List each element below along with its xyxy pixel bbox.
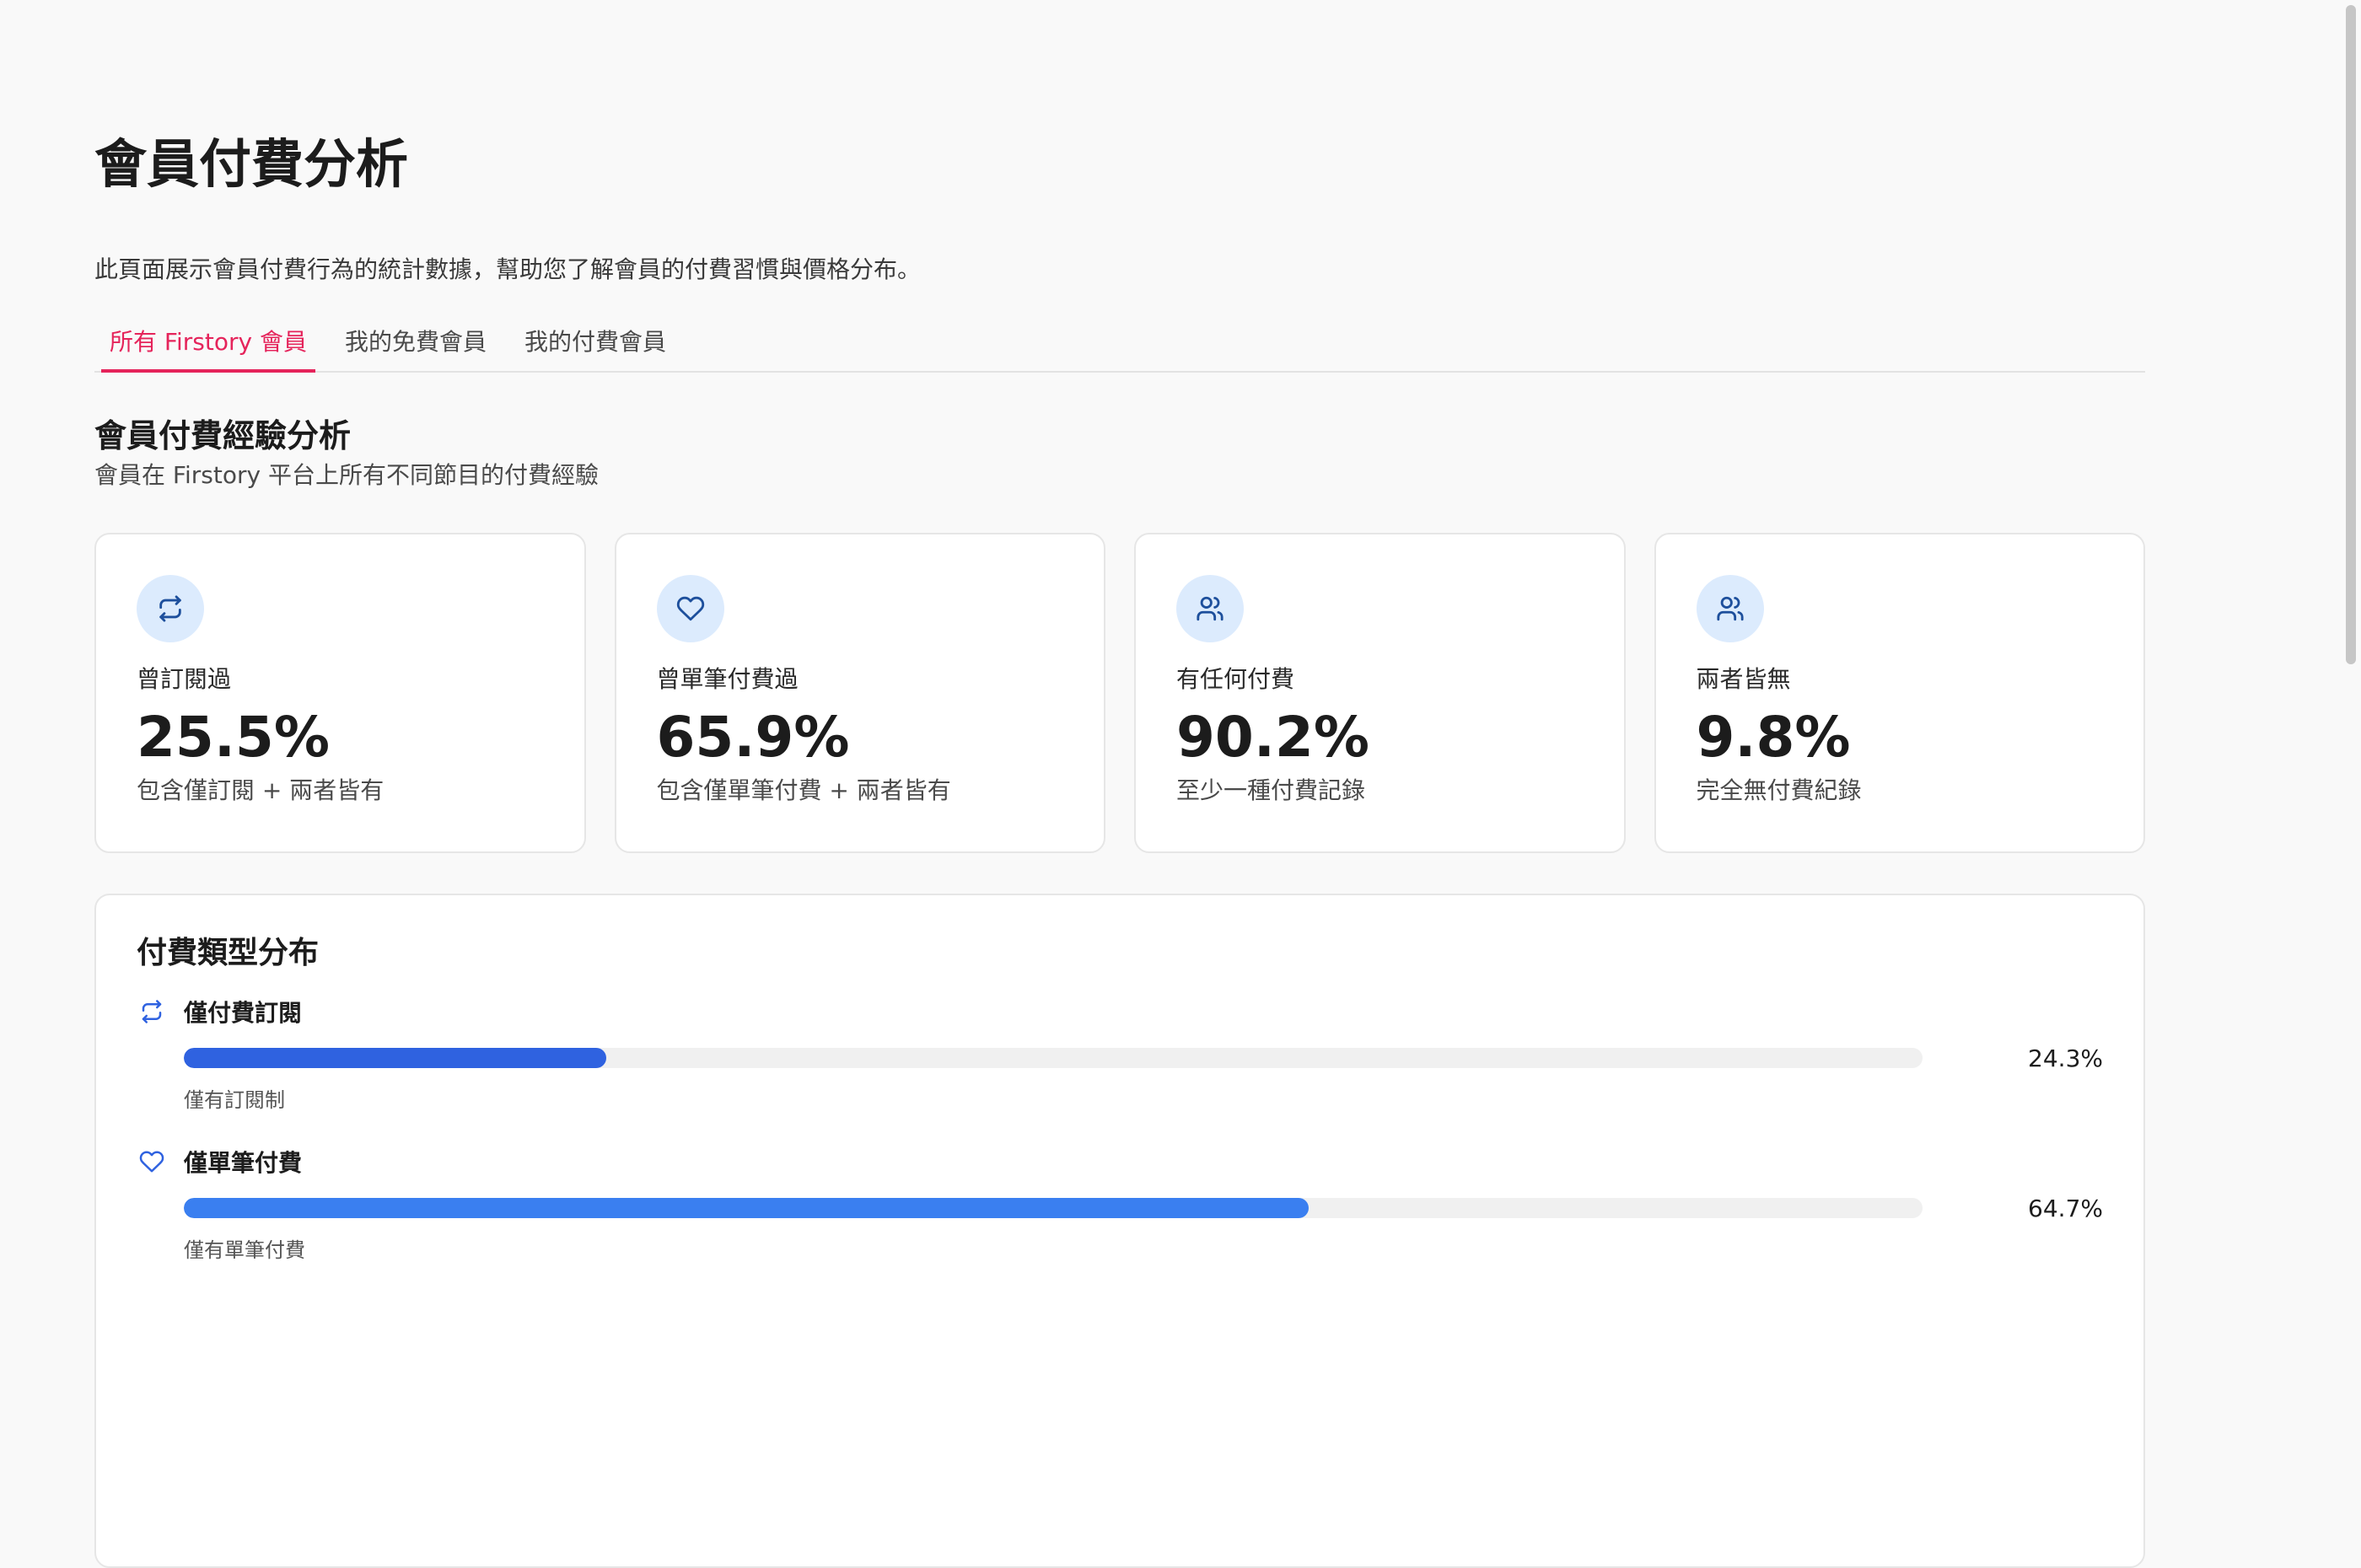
distribution-item-subscription: 僅付費訂閱 24.3% 僅有訂閱制 bbox=[137, 993, 2103, 1114]
stat-label: 曾單筆付費過 bbox=[656, 665, 799, 693]
stat-value: 9.8% bbox=[1696, 705, 1851, 770]
section-subtitle: 會員在 Firstory 平台上所有不同節目的付費經驗 bbox=[94, 461, 599, 489]
progress-fill bbox=[184, 1048, 607, 1068]
stat-note: 包含僅單筆付費 + 兩者皆有 bbox=[656, 776, 951, 804]
tab-all-members[interactable]: 所有 Firstory 會員 bbox=[101, 310, 315, 373]
stat-value: 25.5% bbox=[137, 705, 330, 770]
distribution-title: 付費類型分布 bbox=[137, 936, 320, 970]
tab-bar: 所有 Firstory 會員 我的免費會員 我的付費會員 bbox=[94, 310, 2145, 373]
page-container: 會員付費分析 此頁面展示會員付費行為的統計數據，幫助您了解會員的付費習慣與價格分… bbox=[94, 126, 2145, 1568]
progress-fill bbox=[184, 1198, 1310, 1218]
repeat-icon bbox=[137, 996, 167, 1027]
stat-card-any-payment: 有任何付費 90.2% 至少一種付費記錄 bbox=[1134, 533, 1626, 853]
distribution-bar-row: 24.3% bbox=[184, 1039, 2103, 1077]
distribution-item-single-payment: 僅單筆付費 64.7% 僅有單筆付費 bbox=[137, 1143, 2103, 1265]
stat-label: 曾訂閱過 bbox=[137, 665, 232, 693]
heart-icon bbox=[656, 575, 724, 642]
page-title: 會員付費分析 bbox=[94, 133, 409, 195]
stat-card-single-payment: 曾單筆付費過 65.9% 包含僅單筆付費 + 兩者皆有 bbox=[614, 533, 1105, 853]
distribution-item-label: 僅付費訂閱 bbox=[184, 999, 303, 1027]
distribution-item-label: 僅單筆付費 bbox=[184, 1149, 303, 1177]
users-icon bbox=[1696, 575, 1764, 642]
distribution-note: 僅有訂閱制 bbox=[184, 1088, 285, 1112]
stat-note: 包含僅訂閱 + 兩者皆有 bbox=[137, 776, 385, 804]
stat-note: 完全無付費紀錄 bbox=[1696, 776, 1862, 804]
users-icon bbox=[1176, 575, 1244, 642]
scrollbar-thumb[interactable] bbox=[2346, 5, 2356, 664]
stat-card-subscribed: 曾訂閱過 25.5% 包含僅訂閱 + 兩者皆有 bbox=[94, 533, 586, 853]
stat-cards: 曾訂閱過 25.5% 包含僅訂閱 + 兩者皆有 曾單筆付費過 65.9% 包含僅… bbox=[94, 533, 2145, 853]
stat-label: 兩者皆無 bbox=[1696, 665, 1791, 693]
distribution-note: 僅有單筆付費 bbox=[184, 1238, 305, 1262]
payment-type-distribution: 付費類型分布 僅付費訂閱 24.3% 僅有訂閱制 僅單筆付費 64.7% 僅有單… bbox=[94, 894, 2145, 1568]
page-description: 此頁面展示會員付費行為的統計數據，幫助您了解會員的付費習慣與價格分布。 bbox=[94, 255, 922, 283]
tab-free-members[interactable]: 我的免費會員 bbox=[336, 310, 495, 371]
stat-value: 90.2% bbox=[1176, 705, 1369, 770]
section-title: 會員付費經驗分析 bbox=[94, 417, 352, 454]
stat-label: 有任何付費 bbox=[1176, 665, 1295, 693]
distribution-item-header: 僅付費訂閱 bbox=[137, 993, 2103, 1030]
progress-track bbox=[184, 1048, 1923, 1068]
repeat-icon bbox=[137, 575, 204, 642]
distribution-percent: 64.7% bbox=[2028, 1194, 2103, 1222]
stat-note: 至少一種付費記錄 bbox=[1176, 776, 1366, 804]
tab-paid-members[interactable]: 我的付費會員 bbox=[516, 310, 675, 371]
heart-icon bbox=[137, 1146, 167, 1177]
distribution-percent: 24.3% bbox=[2028, 1044, 2103, 1072]
page-scrollbar[interactable] bbox=[2341, 0, 2361, 1324]
stat-card-no-payment: 兩者皆無 9.8% 完全無付費紀錄 bbox=[1654, 533, 2145, 853]
distribution-bar-row: 64.7% bbox=[184, 1189, 2103, 1227]
distribution-item-header: 僅單筆付費 bbox=[137, 1143, 2103, 1180]
progress-track bbox=[184, 1198, 1923, 1218]
stat-value: 65.9% bbox=[656, 705, 850, 770]
